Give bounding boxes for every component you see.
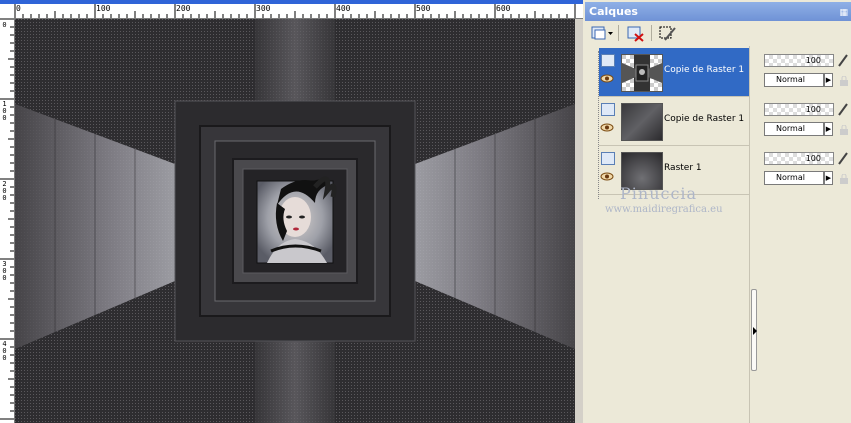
ruler-corner: [0, 4, 14, 18]
image-canvas[interactable]: [15, 19, 575, 423]
ruler-ticks: [0, 18, 14, 420]
horizontal-ruler: 0 100 200 300 400 500 600: [14, 4, 583, 19]
delete-layer-button[interactable]: [625, 24, 647, 43]
layer-row[interactable]: Copie de Raster 1: [599, 48, 750, 97]
canvas-window: 0 100 200 300 400 500 600 0 1 0 0 2 0 0 …: [0, 0, 583, 423]
pencil-icon[interactable]: [837, 102, 849, 116]
new-layer-button[interactable]: [589, 24, 613, 43]
raster-layer-icon: [601, 152, 615, 165]
delete-layer-icon: [627, 26, 644, 42]
palette-title-bar[interactable]: Calques ▦: [585, 2, 851, 21]
dropdown-arrow-icon[interactable]: ▶: [824, 73, 833, 87]
new-layer-icon: [591, 26, 613, 40]
layer-name: Raster 1: [664, 163, 702, 173]
toolbar-separator: [651, 25, 652, 41]
dropdown-arrow-icon[interactable]: ▶: [824, 171, 833, 185]
collapse-arrow-icon: [753, 327, 757, 335]
pencil-icon[interactable]: [837, 53, 849, 67]
lock-icon[interactable]: [839, 76, 849, 86]
lock-icon[interactable]: [839, 174, 849, 184]
raster-layer-icon: [601, 54, 615, 67]
pencil-icon[interactable]: [837, 151, 849, 165]
layers-tree: Copie de Raster 1 Copie de Raster 1 Rast…: [598, 48, 750, 199]
palette-toolbar: [585, 21, 851, 45]
ruler-ticks: [14, 4, 576, 18]
splitter-grip[interactable]: [751, 289, 757, 371]
vertical-scrollbar[interactable]: [575, 19, 583, 423]
thumbnail-art: [622, 55, 662, 91]
blend-mode-select[interactable]: Normal: [764, 171, 824, 185]
layer-properties-row: 100 Normal ▶: [761, 146, 851, 194]
toolbar-separator: [618, 25, 619, 41]
watermark-name: Pinuccia: [620, 184, 698, 203]
layer-thumbnail: [621, 54, 663, 92]
lock-icon[interactable]: [839, 125, 849, 135]
palette-title: Calques: [589, 5, 638, 18]
opacity-value: 100: [805, 56, 821, 65]
layer-properties: 100 Normal ▶ 100 Normal ▶ 100 Normal ▶: [761, 48, 851, 208]
watermark-url: www.maidiregrafica.eu: [605, 204, 723, 215]
eye-icon[interactable]: [600, 123, 614, 132]
layer-row[interactable]: Copie de Raster 1: [599, 97, 750, 146]
dropdown-arrow-icon[interactable]: ▶: [824, 122, 833, 136]
layer-properties-row: 100 Normal ▶: [761, 97, 851, 145]
eye-icon[interactable]: [600, 172, 614, 181]
opacity-value: 100: [805, 105, 821, 114]
opacity-slider[interactable]: 100: [764, 54, 834, 67]
eye-icon[interactable]: [600, 74, 614, 83]
opacity-slider[interactable]: 100: [764, 152, 834, 165]
opacity-slider[interactable]: 100: [764, 103, 834, 116]
raster-layer-icon: [601, 103, 615, 116]
blend-mode-select[interactable]: Normal: [764, 122, 824, 136]
vertical-ruler: 0 1 0 0 2 0 0 3 0 0 4 0 0: [0, 18, 15, 423]
layer-name: Copie de Raster 1: [664, 65, 745, 75]
opacity-value: 100: [805, 154, 821, 163]
artwork: [15, 19, 575, 423]
blend-mode-select[interactable]: Normal: [764, 73, 824, 87]
layer-properties-row: 100 Normal ▶: [761, 48, 851, 96]
edit-selection-button[interactable]: [657, 24, 679, 43]
layer-thumbnail: [621, 103, 663, 141]
layer-name: Copie de Raster 1: [664, 114, 745, 124]
panel-splitter[interactable]: [749, 46, 758, 423]
selection-brush-icon: [659, 26, 676, 41]
